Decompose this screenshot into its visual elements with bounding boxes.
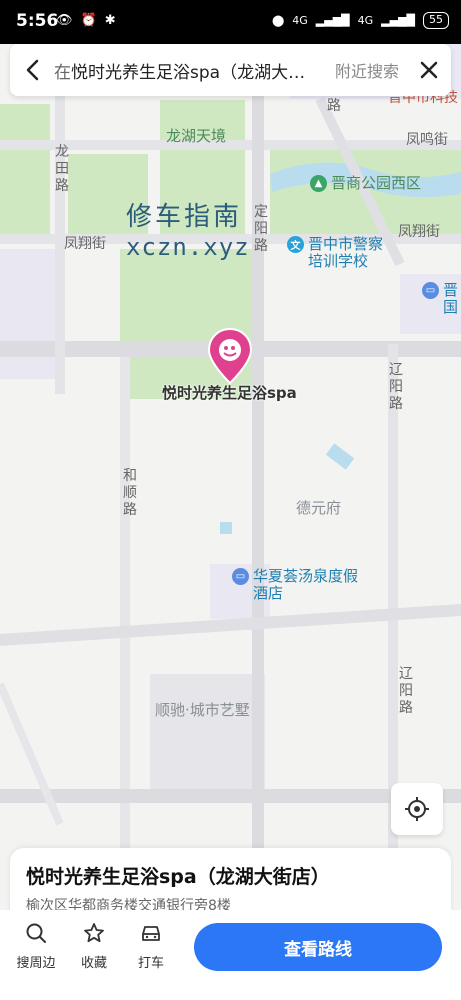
search-icon: [26, 923, 46, 943]
pond: [325, 443, 355, 470]
bluetooth-icon: ✱: [104, 13, 116, 28]
locate-me-button[interactable]: [391, 783, 443, 835]
pin-label[interactable]: 悦时光养生足浴spa: [162, 382, 297, 403]
park-area: [0, 104, 50, 239]
place-title: 悦时光养生足浴spa（龙湖大街店）: [26, 866, 330, 888]
location-icon: ⬤: [271, 14, 285, 27]
map-label-liaoyang-road-2: 辽阳路: [399, 666, 413, 716]
map-label-fengxiang-street-right: 凤翔街: [398, 224, 440, 240]
view-route-button[interactable]: 查看路线: [194, 923, 442, 971]
signal-icon: ▂▄▆█: [315, 14, 350, 27]
search-query[interactable]: 在悦时光养生足浴spa（龙湖大…: [54, 58, 335, 83]
poi-right-building[interactable]: ▭ 晋国: [422, 282, 459, 316]
poi-hot-spring-hotel[interactable]: ▭ 华夏荟汤泉度假酒店: [232, 568, 365, 602]
status-time: 5:56: [16, 11, 59, 31]
status-bar: 5:56 👁 ⏰ ✱ ⬤ 4G ▂▄▆█ 4G ▂▄▆█ 55: [0, 0, 461, 44]
selected-place-pin[interactable]: [206, 327, 254, 385]
close-button[interactable]: [407, 44, 451, 96]
hotel-icon: ▭: [422, 282, 439, 299]
star-icon: [84, 923, 104, 943]
car-icon: [142, 926, 160, 941]
back-arrow-icon: [26, 59, 39, 81]
favorite-button[interactable]: 收藏: [66, 922, 122, 971]
map-label-liaoyang-road: 辽阳路: [389, 362, 403, 412]
school-icon: 文: [287, 236, 304, 253]
map-label-longtian-road: 龙田路: [55, 144, 69, 194]
poi-police-school[interactable]: 文 晋中市警察培训学校: [287, 236, 388, 270]
signal-4g-1: 4G: [292, 14, 308, 27]
map-label-dingyang-road: 定阳路: [254, 204, 268, 254]
search-bar[interactable]: 在悦时光养生足浴spa（龙湖大… 附近搜索: [10, 44, 451, 96]
alarm-icon: ⏰: [80, 13, 97, 28]
close-icon: [420, 61, 438, 79]
block-area: [0, 249, 55, 379]
map-label-heshun-road: 和顺路: [123, 468, 137, 518]
map-label-deyuanfu[interactable]: 德元府: [296, 500, 341, 517]
pond: [220, 522, 232, 534]
signal-4g-2: 4G: [357, 14, 374, 27]
hotel-icon: ▭: [232, 568, 249, 585]
battery-icon: 55: [423, 12, 449, 29]
search-nearby-button[interactable]: 搜周边: [8, 922, 64, 971]
signal-icon: ▂▄▆█: [381, 14, 415, 27]
map-label-road: 路: [327, 98, 341, 114]
nearby-search-link[interactable]: 附近搜索: [335, 58, 399, 82]
eye-icon: 👁: [56, 13, 73, 28]
watermark: 修车指南 xczn.xyz: [126, 202, 250, 261]
taxi-button[interactable]: 打车: [123, 922, 179, 971]
map-label-longhu[interactable]: 龙湖天境: [166, 128, 226, 145]
back-button[interactable]: [10, 44, 54, 96]
map-label-shunchi[interactable]: 顺驰·城市艺墅: [155, 702, 250, 719]
crosshair-icon: [405, 797, 429, 821]
map-label-fengxiang-street: 凤翔街: [64, 236, 106, 252]
poi-jinshang-park[interactable]: ▲ 晋商公园西区: [310, 175, 421, 192]
block-area: [150, 674, 265, 794]
place-card[interactable]: 悦时光养生足浴spa（龙湖大街店） 榆次区华都商务楼交通银行旁8楼: [10, 848, 451, 918]
park-icon: ▲: [310, 175, 327, 192]
action-bar: 搜周边 收藏 打车 查看路线: [0, 910, 461, 1000]
map-label-fengming-street: 凤鸣街: [406, 132, 448, 148]
